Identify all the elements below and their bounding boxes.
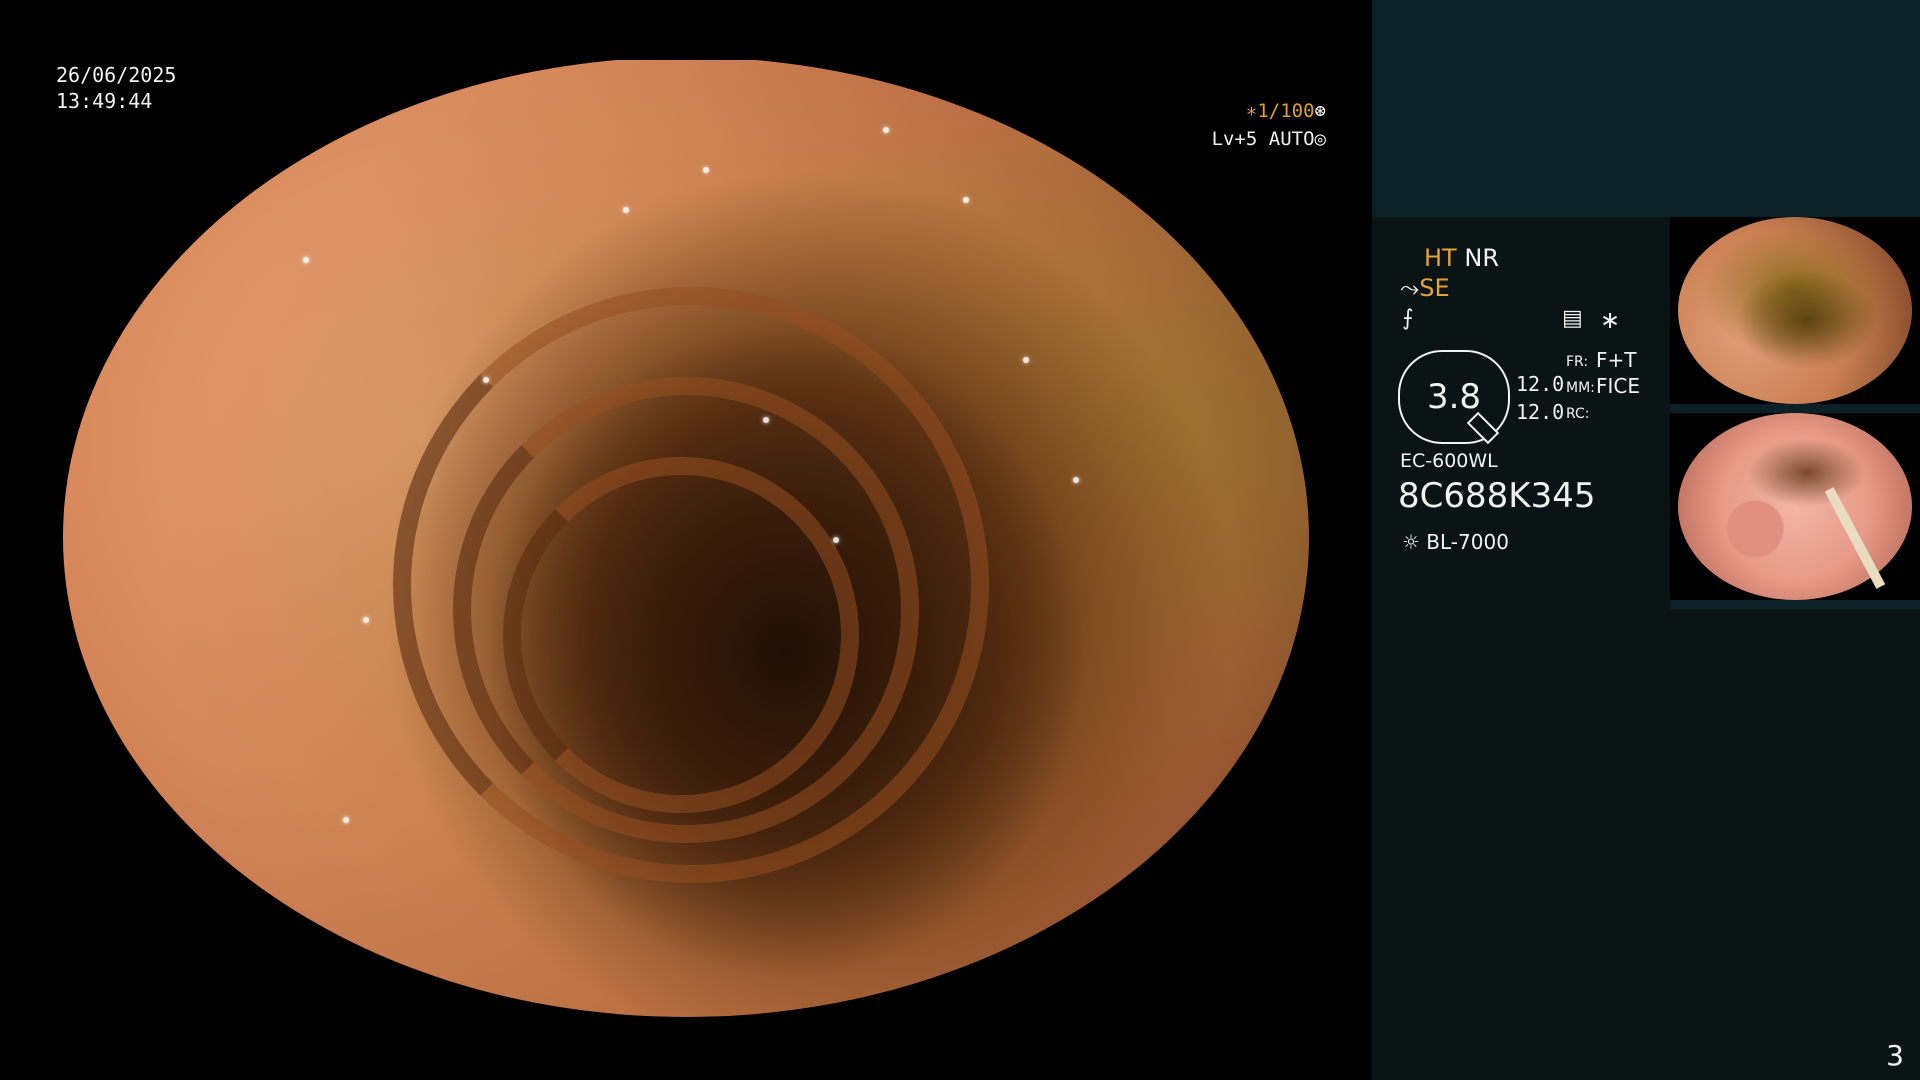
- captured-thumbnail[interactable]: [1670, 413, 1920, 600]
- light-reflection: [343, 817, 349, 823]
- thumbnail-caption-bar: [1670, 404, 1920, 413]
- light-reflection: [963, 197, 969, 203]
- light-reflection: [1073, 477, 1079, 483]
- zoom-badge: 3.8: [1398, 350, 1510, 445]
- lamp-icon: ☼: [1402, 530, 1420, 554]
- star-indicator: ∗: [1600, 306, 1621, 334]
- scope-model: EC-600WL: [1400, 450, 1498, 472]
- nr-label: NR: [1464, 244, 1499, 272]
- shutter-text: ∗1/100: [1245, 100, 1315, 122]
- zoom-value: 3.8: [1426, 377, 1482, 417]
- light-level-readout: Lv+5 AUTO◎: [1212, 128, 1326, 150]
- iris-icon: ◎: [1314, 128, 1326, 150]
- value-1: 12.0: [1516, 372, 1565, 396]
- shutter-readout: ∗1/100⊛: [1246, 100, 1326, 122]
- menu-icon: ▤: [1562, 306, 1583, 331]
- light-reflection: [623, 207, 629, 213]
- edge-icon: ⨍: [1402, 306, 1414, 331]
- rc-label: RC:: [1566, 406, 1590, 422]
- ht-label: HT: [1424, 244, 1457, 272]
- light-reflection: [483, 377, 489, 383]
- light-reflection: [303, 257, 309, 263]
- scope-serial: 8C688K345: [1398, 476, 1596, 516]
- light-level-text: Lv+5 AUTO: [1211, 128, 1315, 150]
- light-source-line: ☼ BL-7000: [1402, 530, 1509, 554]
- page-number: 3: [1886, 1039, 1904, 1072]
- thumbnail-image: [1678, 217, 1912, 404]
- aperture-icon: ⊛: [1314, 100, 1326, 122]
- se-indicator: ⤳SE: [1400, 274, 1450, 302]
- endoscopic-image: [63, 60, 1309, 1017]
- fr-value: F+T: [1596, 348, 1637, 372]
- side-panel-header-area: [1372, 0, 1920, 217]
- endoscope-video-panel: 26/06/2025 13:49:44 ∗1/100⊛ Lv+5 AUTO◎: [0, 0, 1372, 1080]
- captured-thumbnail[interactable]: [1670, 217, 1920, 404]
- structure-enhance-icon: ⤳: [1400, 274, 1420, 302]
- thumbnail-caption-bar: [1670, 600, 1920, 609]
- light-reflection: [833, 537, 839, 543]
- datetime-overlay: 26/06/2025 13:49:44: [56, 62, 176, 114]
- light-reflection: [763, 417, 769, 423]
- pencil-icon: [1466, 411, 1500, 445]
- light-reflection: [363, 617, 369, 623]
- time-text: 13:49:44: [56, 89, 153, 113]
- mm-value: FICE: [1596, 374, 1641, 398]
- info-side-panel: HT NR ⤳SE ⨍ ▤ ∗ 3.8 12.0 12.0 FR: F+T MM…: [1372, 0, 1920, 1080]
- light-reflection: [1023, 357, 1029, 363]
- fr-label: FR:: [1566, 354, 1589, 370]
- light-reflection: [703, 167, 709, 173]
- mm-label: MM:: [1566, 380, 1595, 396]
- se-label: SE: [1419, 274, 1450, 302]
- light-reflection: [883, 127, 889, 133]
- ht-nr-indicator: HT NR: [1424, 244, 1499, 272]
- value-2: 12.0: [1516, 400, 1565, 424]
- mucosal-fold: [503, 457, 859, 813]
- light-source-text: BL-7000: [1426, 530, 1509, 554]
- date-text: 26/06/2025: [56, 63, 177, 87]
